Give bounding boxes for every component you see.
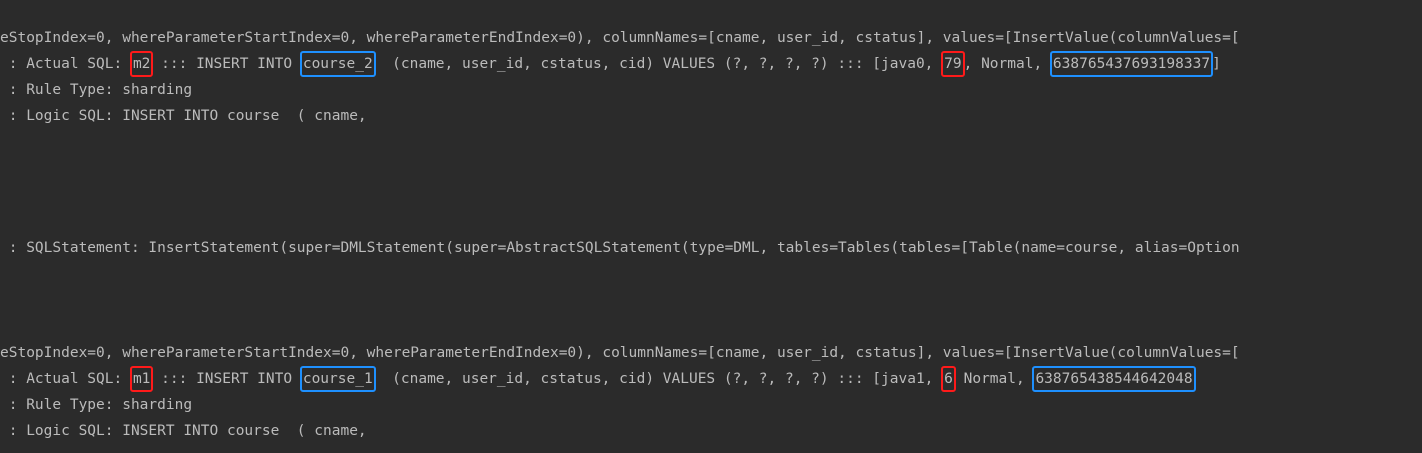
datasource-highlight-red: m2 xyxy=(129,51,154,77)
cid-highlight-blue: 638765437693198337 xyxy=(1049,51,1214,77)
table-highlight-blue: course_2 xyxy=(299,51,376,77)
log-line-logic-sql: : Logic SQL: INSERT INTO course ( cname, xyxy=(0,108,367,124)
log-line-rule-type: : Rule Type: sharding xyxy=(0,82,193,98)
console-output[interactable]: eStopIndex=0, whereParameterStartIndex=0… xyxy=(0,0,1422,453)
user-id-highlight-red: 79 xyxy=(941,51,965,77)
log-line-actual-sql: : Actual SQL: m1 ::: INSERT INTO course_… xyxy=(0,366,1196,392)
log-line-rule-type: : Rule Type: sharding xyxy=(0,397,193,413)
cid-highlight-blue: 638765438544642048 xyxy=(1032,366,1196,392)
log-line: eStopIndex=0, whereParameterStartIndex=0… xyxy=(0,345,1240,361)
log-line-logic-sql: : Logic SQL: INSERT INTO course ( cname, xyxy=(0,423,367,439)
log-line-actual-sql: : Actual SQL: m2 ::: INSERT INTO course_… xyxy=(0,51,1221,77)
user-id-highlight-red: 6 xyxy=(941,366,956,392)
log-line: eStopIndex=0, whereParameterStartIndex=0… xyxy=(0,30,1240,46)
table-highlight-blue: course_1 xyxy=(299,366,376,392)
log-line-sql-statement: : SQLStatement: InsertStatement(super=DM… xyxy=(0,240,1240,256)
datasource-highlight-red: m1 xyxy=(129,366,154,392)
